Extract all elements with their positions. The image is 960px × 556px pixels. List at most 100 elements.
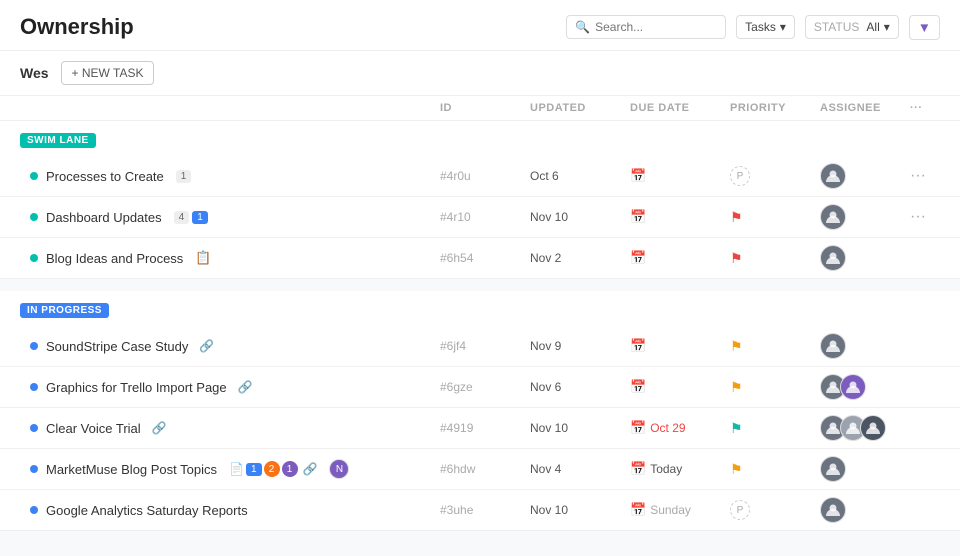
task-name-cell: Processes to Create 1 xyxy=(30,169,440,184)
in-progress-section: IN PROGRESS SoundStripe Case Study 🔗 #6j… xyxy=(0,291,960,531)
due-date: 📅 xyxy=(630,250,730,266)
table-row[interactable]: SoundStripe Case Study 🔗 #6jf4 Nov 9 📅 ⚑ xyxy=(0,326,960,367)
tasks-dropdown[interactable]: Tasks ▾ xyxy=(736,15,795,39)
table-row[interactable]: Clear Voice Trial 🔗 #4919 Nov 10 📅 Oct 2… xyxy=(0,408,960,449)
task-name: Graphics for Trello Import Page xyxy=(46,380,227,395)
search-icon: 🔍 xyxy=(575,20,590,34)
content: SWIM LANE Processes to Create 1 #4r0u Oc… xyxy=(0,121,960,556)
assignee xyxy=(820,497,910,523)
avatar xyxy=(840,374,866,400)
table-row[interactable]: Processes to Create 1 #4r0u Oct 6 📅 P ··… xyxy=(0,156,960,197)
calendar-icon: 📅 xyxy=(630,209,646,225)
status-dot xyxy=(30,213,38,221)
avatar xyxy=(860,415,886,441)
assignee xyxy=(820,374,910,400)
task-name-cell: Blog Ideas and Process 📋 xyxy=(30,250,440,266)
link-icon: 🔗 xyxy=(303,462,318,476)
col-assignee: ASSIGNEE xyxy=(820,102,910,114)
avatar xyxy=(820,204,846,230)
filter-button[interactable]: ▼ xyxy=(909,15,940,40)
due-date-overdue: 📅 Oct 29 xyxy=(630,420,730,436)
due-date-today: 📅 Today xyxy=(630,461,730,477)
user-label: Wes xyxy=(20,65,49,81)
search-box[interactable]: 🔍 xyxy=(566,15,726,39)
updated-date: Nov 4 xyxy=(530,462,630,476)
task-name: SoundStripe Case Study xyxy=(46,339,188,354)
more-menu[interactable]: ··· xyxy=(910,208,940,226)
table-row[interactable]: Graphics for Trello Import Page 🔗 #6gze … xyxy=(0,367,960,408)
priority-flag: ⚑ xyxy=(730,209,743,226)
new-task-button[interactable]: + NEW TASK xyxy=(61,61,155,85)
priority: P xyxy=(730,500,820,520)
task-id: #6gze xyxy=(440,380,530,394)
notify-wrapper: N xyxy=(329,459,349,479)
priority-flag: ⚑ xyxy=(730,379,743,396)
notify-avatar: N xyxy=(329,459,349,479)
task-name-cell: Clear Voice Trial 🔗 xyxy=(30,421,440,436)
task-badges: 4 1 xyxy=(174,211,208,224)
table-row[interactable]: MarketMuse Blog Post Topics 📄 1 2 1 🔗 N … xyxy=(0,449,960,490)
task-badges: 📋 xyxy=(195,250,211,266)
priority-circle: P xyxy=(730,166,750,186)
status-dot xyxy=(30,424,38,432)
header-controls: 🔍 Tasks ▾ STATUS All ▾ ▼ xyxy=(566,15,940,40)
calendar-icon: 📅 xyxy=(630,338,646,354)
status-filter[interactable]: STATUS All ▾ xyxy=(805,15,899,39)
section-gap xyxy=(0,279,960,291)
task-id: #6jf4 xyxy=(440,339,530,353)
status-dot xyxy=(30,342,38,350)
table-row[interactable]: Google Analytics Saturday Reports #3uhe … xyxy=(0,490,960,531)
assignee xyxy=(820,456,910,482)
badge-count: 1 xyxy=(176,170,192,183)
task-badges: 📄 1 2 1 🔗 xyxy=(229,461,317,477)
chevron-down-icon: ▾ xyxy=(780,20,786,34)
updated-date: Nov 10 xyxy=(530,421,630,435)
assignee xyxy=(820,204,910,230)
due-date-text: Oct 29 xyxy=(650,421,685,435)
task-id: #4919 xyxy=(440,421,530,435)
status-label: STATUS xyxy=(814,20,860,34)
due-date: 📅 Sunday xyxy=(630,502,730,518)
task-name: Dashboard Updates xyxy=(46,210,162,225)
assignee xyxy=(820,245,910,271)
col-due-date: DUE DATE xyxy=(630,102,730,114)
priority-flag: ⚑ xyxy=(730,250,743,267)
task-name: Blog Ideas and Process xyxy=(46,251,183,266)
priority-circle: P xyxy=(730,500,750,520)
assignee xyxy=(820,163,910,189)
calendar-icon: 📅 xyxy=(630,250,646,266)
avatar-group xyxy=(820,415,886,441)
task-name-cell: Graphics for Trello Import Page 🔗 xyxy=(30,380,440,395)
table-row[interactable]: Blog Ideas and Process 📋 #6h54 Nov 2 📅 ⚑ xyxy=(0,238,960,279)
task-name-cell: Dashboard Updates 4 1 xyxy=(30,210,440,225)
col-name xyxy=(30,102,440,114)
badge-1b: 1 xyxy=(282,461,298,477)
search-input[interactable] xyxy=(595,20,717,34)
task-name: Processes to Create xyxy=(46,169,164,184)
link-icon: 🔗 xyxy=(238,380,253,394)
priority-flag: ⚑ xyxy=(730,338,743,355)
priority: ⚑ xyxy=(730,420,820,437)
updated-date: Nov 9 xyxy=(530,339,630,353)
due-date: 📅 xyxy=(630,338,730,354)
more-menu[interactable]: ··· xyxy=(910,167,940,185)
badge-4: 4 xyxy=(174,211,190,224)
table-row[interactable]: Dashboard Updates 4 1 #4r10 Nov 10 📅 ⚑ ·… xyxy=(0,197,960,238)
task-id: #4r10 xyxy=(440,210,530,224)
in-progress-header: IN PROGRESS xyxy=(0,291,960,326)
status-dot xyxy=(30,254,38,262)
task-name: Google Analytics Saturday Reports xyxy=(46,503,248,518)
status-value: All xyxy=(866,20,879,34)
status-dot xyxy=(30,465,38,473)
priority: ⚑ xyxy=(730,250,820,267)
priority-flag: ⚑ xyxy=(730,420,743,437)
swim-lane-section: SWIM LANE Processes to Create 1 #4r0u Oc… xyxy=(0,121,960,279)
due-date-text: Today xyxy=(650,462,682,476)
col-priority: PRIORITY xyxy=(730,102,820,114)
due-date: 📅 xyxy=(630,168,730,184)
task-badges: 1 xyxy=(176,170,192,183)
calendar-icon: 📅 xyxy=(630,168,646,184)
task-id: #4r0u xyxy=(440,169,530,183)
task-name-cell: MarketMuse Blog Post Topics 📄 1 2 1 🔗 N xyxy=(30,459,440,479)
in-progress-badge: IN PROGRESS xyxy=(20,303,109,318)
